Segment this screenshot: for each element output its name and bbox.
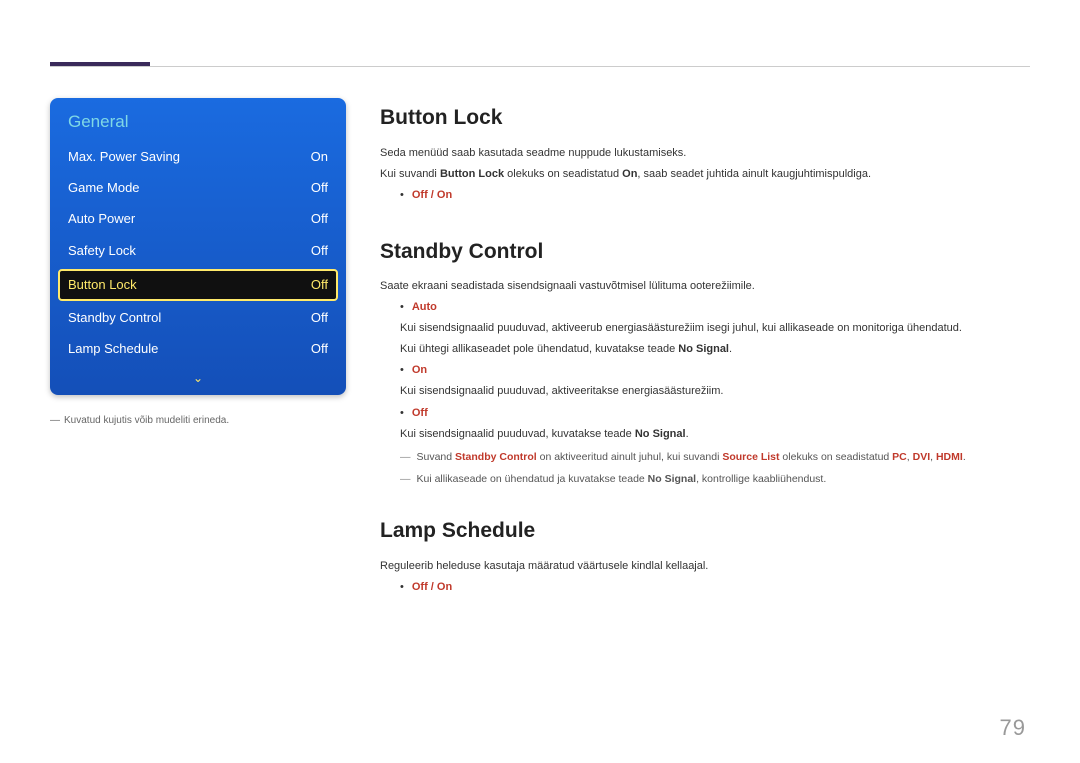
osd-row-value: Off bbox=[311, 276, 328, 294]
note-dash-icon: ― bbox=[400, 449, 411, 465]
osd-row-value: Off bbox=[311, 340, 328, 358]
osd-row-label: Button Lock bbox=[68, 276, 137, 294]
osd-row-value: Off bbox=[311, 179, 328, 197]
osd-row-safety-lock[interactable]: Safety Lock Off bbox=[58, 236, 338, 267]
footnote-text: Kuvatud kujutis võib mudeliti erineda. bbox=[64, 415, 229, 426]
osd-row-label: Safety Lock bbox=[68, 242, 136, 260]
option-label: Auto bbox=[412, 299, 437, 316]
osd-row-label: Lamp Schedule bbox=[68, 340, 158, 358]
bullet-icon: • bbox=[400, 405, 404, 422]
page-number: 79 bbox=[1000, 715, 1026, 741]
p-button-lock-2: Kui suvandi Button Lock olekuks on seadi… bbox=[380, 166, 1030, 183]
p-standby-off-1: Kui sisendsignaalid puuduvad, kuvatakse … bbox=[400, 426, 1030, 443]
bullet-icon: • bbox=[400, 299, 404, 316]
heading-standby-control: Standby Control bbox=[380, 236, 1030, 269]
osd-column: General Max. Power Saving On Game Mode O… bbox=[50, 98, 346, 600]
osd-row-value: On bbox=[311, 148, 328, 166]
bullet-icon: • bbox=[400, 579, 404, 596]
bullet-icon: • bbox=[400, 362, 404, 379]
option-text: Off / On bbox=[412, 579, 452, 596]
osd-row-value: Off bbox=[311, 309, 328, 327]
p-standby-intro: Saate ekraani seadistada sisendsignaali … bbox=[380, 278, 1030, 295]
osd-scroll-down-icon[interactable]: ⌄ bbox=[50, 369, 346, 385]
p-button-lock-1: Seda menüüd saab kasutada seadme nuppude… bbox=[380, 145, 1030, 162]
content-area: General Max. Power Saving On Game Mode O… bbox=[50, 98, 1030, 600]
bullet-standby-on: • On bbox=[400, 362, 1030, 379]
bullet-standby-off: • Off bbox=[400, 405, 1030, 422]
osd-row-value: Off bbox=[311, 210, 328, 228]
osd-row-button-lock[interactable]: Button Lock Off bbox=[58, 269, 338, 301]
osd-row-label: Game Mode bbox=[68, 179, 140, 197]
p-standby-auto-2: Kui ühtegi allikaseadet pole ühendatud, … bbox=[400, 341, 1030, 358]
osd-row-game-mode[interactable]: Game Mode Off bbox=[58, 173, 338, 204]
osd-rows: Max. Power Saving On Game Mode Off Auto … bbox=[50, 138, 346, 369]
bullet-icon: • bbox=[400, 187, 404, 204]
p-standby-on-1: Kui sisendsignaalid puuduvad, aktiveerit… bbox=[400, 383, 1030, 400]
osd-row-label: Auto Power bbox=[68, 210, 135, 228]
bullet-lamp-options: • Off / On bbox=[400, 579, 1030, 596]
heading-button-lock: Button Lock bbox=[380, 102, 1030, 135]
header-rule bbox=[50, 66, 1030, 67]
doc-column: Button Lock Seda menüüd saab kasutada se… bbox=[380, 98, 1030, 600]
osd-title: General bbox=[50, 98, 346, 138]
osd-panel: General Max. Power Saving On Game Mode O… bbox=[50, 98, 346, 395]
note-dash-icon: ― bbox=[400, 471, 411, 487]
osd-row-label: Standby Control bbox=[68, 309, 161, 327]
bullet-button-lock-options: • Off / On bbox=[400, 187, 1030, 204]
osd-footnote: ― Kuvatud kujutis võib mudeliti erineda. bbox=[50, 415, 346, 426]
note-text: Kui allikaseade on ühendatud ja kuvataks… bbox=[417, 471, 827, 487]
bullet-standby-auto: • Auto bbox=[400, 299, 1030, 316]
note-text: Suvand Standby Control on aktiveeritud a… bbox=[417, 449, 966, 465]
osd-row-max-power-saving[interactable]: Max. Power Saving On bbox=[58, 142, 338, 173]
heading-lamp-schedule: Lamp Schedule bbox=[380, 515, 1030, 548]
option-label: Off bbox=[412, 405, 428, 422]
osd-row-value: Off bbox=[311, 242, 328, 260]
osd-row-lamp-schedule[interactable]: Lamp Schedule Off bbox=[58, 334, 338, 365]
footnote-dash: ― bbox=[50, 415, 60, 426]
osd-row-label: Max. Power Saving bbox=[68, 148, 180, 166]
option-label: On bbox=[412, 362, 427, 379]
standby-note-1: ― Suvand Standby Control on aktiveeritud… bbox=[400, 449, 1030, 465]
p-standby-auto-1: Kui sisendsignaalid puuduvad, aktiveerub… bbox=[400, 320, 1030, 337]
p-lamp-1: Reguleerib heleduse kasutaja määratud vä… bbox=[380, 558, 1030, 575]
osd-row-auto-power[interactable]: Auto Power Off bbox=[58, 204, 338, 235]
osd-row-standby-control[interactable]: Standby Control Off bbox=[58, 303, 338, 334]
standby-note-2: ― Kui allikaseade on ühendatud ja kuvata… bbox=[400, 471, 1030, 487]
option-text: Off / On bbox=[412, 187, 452, 204]
